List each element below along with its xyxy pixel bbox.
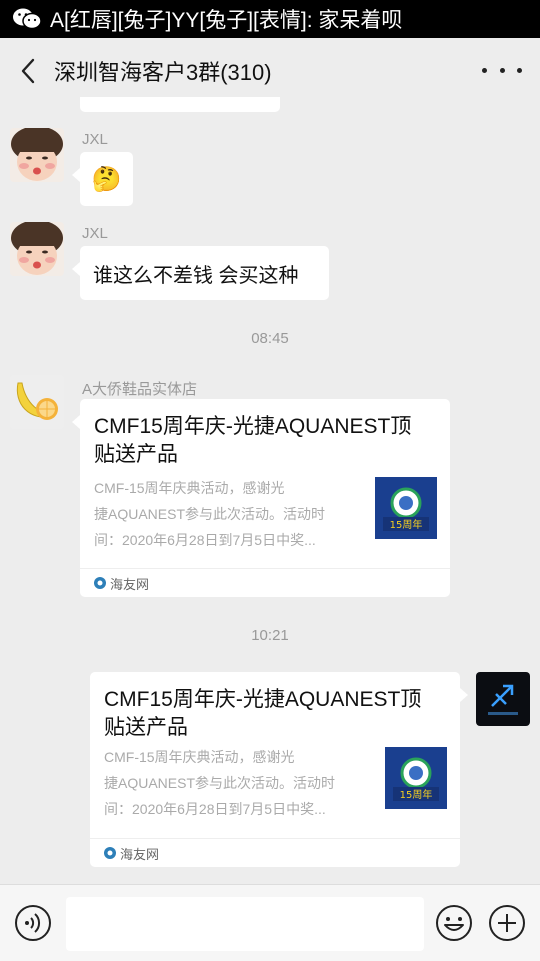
card-footer: 海友网 bbox=[90, 838, 460, 867]
wechat-icon bbox=[13, 8, 42, 30]
card-description: CMF-15周年庆典活动，感谢光 捷AQUANEST参与此次活动。活动时 间：2… bbox=[104, 744, 354, 822]
card-thumbnail: 15周年 bbox=[375, 477, 437, 539]
card-description-line: CMF-15周年庆典活动，感谢光 bbox=[104, 749, 295, 765]
card-source: 海友网 bbox=[120, 846, 160, 862]
card-title: CMF15周年庆-光捷AQUANEST顶贴送产品 bbox=[104, 688, 422, 739]
more-dot-icon bbox=[499, 67, 505, 73]
notification-text: A[红唇][兔子]YY[兔子][表情]: 家呆着呗 bbox=[50, 9, 403, 32]
card-description-line: 间：2020年6月28日到7月5日中奖... bbox=[104, 801, 326, 817]
card-description-line: 间：2020年6月28日到7月5日中奖... bbox=[94, 532, 316, 548]
message-bubble[interactable]: 🤔 bbox=[72, 152, 133, 206]
source-logo-icon bbox=[104, 847, 116, 859]
message-input[interactable] bbox=[66, 897, 424, 951]
source-logo-icon bbox=[94, 577, 106, 589]
link-card[interactable]: CMF15周年庆-光捷AQUANEST顶贴送产品 CMF-15周年庆典活动，感谢… bbox=[90, 672, 468, 867]
avatar[interactable] bbox=[10, 375, 64, 429]
card-thumbnail: 15周年 bbox=[385, 747, 447, 809]
child-avatar-icon bbox=[10, 128, 64, 182]
more-button[interactable] bbox=[482, 60, 522, 80]
chevron-left-icon bbox=[21, 58, 35, 84]
thumb-label: 15周年 bbox=[390, 518, 423, 531]
card-title: CMF15周年庆-光捷AQUANEST顶贴送产品 bbox=[94, 415, 412, 466]
sagittarius-avatar-icon bbox=[476, 672, 530, 726]
emoji-icon[interactable] bbox=[435, 904, 473, 942]
card-description-line: 捷AQUANEST参与此次活动。活动时 bbox=[94, 506, 326, 522]
message-text: 谁这么不差钱 会买这种 bbox=[93, 264, 299, 287]
input-bar bbox=[0, 884, 540, 961]
chat-header: 深圳智海客户3群(310) bbox=[0, 38, 540, 104]
card-source: 海友网 bbox=[110, 576, 150, 592]
avatar[interactable] bbox=[10, 222, 64, 276]
banana-orange-avatar-icon bbox=[10, 375, 64, 429]
my-avatar[interactable] bbox=[476, 672, 530, 726]
card-description-line: CMF-15周年庆典活动，感谢光 bbox=[94, 480, 285, 496]
card-description-line: 捷AQUANEST参与此次活动。活动时 bbox=[104, 775, 336, 791]
child-avatar-icon bbox=[10, 222, 64, 276]
sender-name: A大侨鞋品实体店 bbox=[82, 381, 198, 398]
timestamp: 10:21 bbox=[251, 627, 289, 644]
sender-name: JXL bbox=[82, 131, 108, 148]
avatar[interactable] bbox=[10, 128, 64, 182]
card-footer: 海友网 bbox=[80, 568, 450, 597]
more-dot-icon bbox=[517, 67, 522, 73]
thinking-emoji: 🤔 bbox=[91, 165, 122, 193]
timestamp: 08:45 bbox=[251, 330, 289, 347]
notification-bar[interactable]: A[红唇][兔子]YY[兔子][表情]: 家呆着呗 bbox=[0, 0, 540, 38]
more-dot-icon bbox=[482, 67, 487, 73]
voice-icon[interactable] bbox=[14, 904, 52, 942]
previous-message-bubble[interactable] bbox=[80, 97, 280, 112]
plus-icon[interactable] bbox=[488, 904, 526, 942]
card-description: CMF-15周年庆典活动，感谢光 捷AQUANEST参与此次活动。活动时 间：2… bbox=[94, 475, 344, 553]
message-bubble[interactable]: 谁这么不差钱 会买这种 bbox=[72, 246, 329, 300]
sender-name: JXL bbox=[82, 225, 108, 242]
link-card[interactable]: CMF15周年庆-光捷AQUANEST顶贴送产品 CMF-15周年庆典活动，感谢… bbox=[72, 399, 450, 597]
back-button[interactable] bbox=[8, 51, 48, 91]
thumb-label: 15周年 bbox=[400, 788, 433, 801]
chat-title: 深圳智海客户3群(310) bbox=[54, 60, 272, 85]
